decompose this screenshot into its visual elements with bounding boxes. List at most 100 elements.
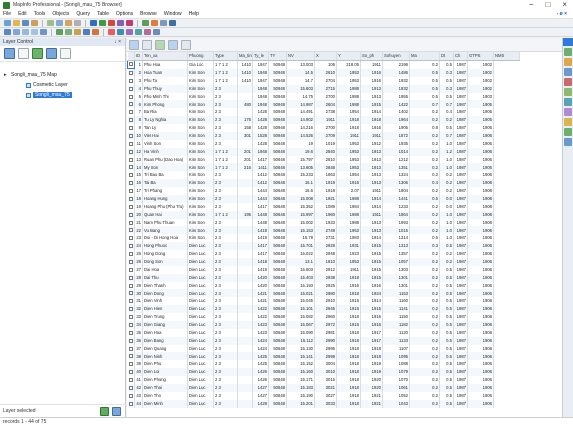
table-cell[interactable]: 0.2 <box>409 289 440 298</box>
table-cell[interactable]: 1906 <box>467 344 494 353</box>
table-cell[interactable]: 2 3 <box>213 202 238 211</box>
table-cell[interactable]: 0.5 <box>439 242 454 251</box>
table-cell[interactable]: 50648 <box>268 202 287 211</box>
new-map-icon[interactable] <box>99 20 106 26</box>
table-cell[interactable]: 1906 <box>467 124 494 132</box>
table-cell[interactable]: 1987 <box>453 60 468 69</box>
column-header[interactable]: Y <box>336 52 361 61</box>
row-select-checkbox[interactable] <box>127 155 135 164</box>
table-cell[interactable]: 1918 <box>360 116 383 125</box>
table-cell[interactable]: 23 <box>134 234 143 243</box>
table-cell[interactable]: 10 <box>134 131 143 140</box>
column-header[interactable]: NV <box>286 52 315 61</box>
table-cell[interactable]: 0.3 <box>439 68 454 77</box>
table-cell[interactable]: 0.5 <box>409 194 440 203</box>
table-cell[interactable]: 0.5 <box>439 289 454 298</box>
table-cell[interactable]: 14.526 <box>286 131 315 140</box>
table-cell[interactable]: 18 <box>134 194 143 203</box>
row-select-checkbox[interactable] <box>127 344 135 353</box>
row-select-checkbox[interactable] <box>127 360 135 369</box>
table-cell[interactable]: 1357 <box>382 250 410 258</box>
column-header[interactable]: Ma_tinh <box>237 52 253 61</box>
table-cell[interactable]: Kim Son <box>187 234 214 243</box>
table-cell[interactable]: 0.2 <box>409 328 440 337</box>
checkbox-icon[interactable] <box>128 291 133 296</box>
table-cell[interactable]: 1663 <box>314 171 337 180</box>
table-cell[interactable]: 2810 <box>314 155 337 164</box>
row-select-checkbox[interactable] <box>127 218 135 227</box>
table-cell[interactable]: 22 <box>134 226 143 235</box>
table-cell[interactable]: Dien Luc <box>187 368 214 377</box>
table-cell[interactable]: 158 <box>237 124 253 132</box>
dock-tool-icon[interactable] <box>564 78 572 86</box>
checkbox-icon[interactable] <box>128 252 133 257</box>
browser-filter-icon[interactable] <box>168 39 178 50</box>
table-cell[interactable]: 15.997 <box>286 210 315 219</box>
table-cell[interactable]: 33 <box>134 313 143 321</box>
table-cell[interactable]: 1987 <box>453 376 468 384</box>
table-cell[interactable]: 0.5 <box>439 376 454 384</box>
table-cell[interactable]: 1987 <box>453 84 468 93</box>
table-cell[interactable]: 1954 <box>336 108 361 117</box>
table-cell[interactable]: 1088 <box>382 360 410 369</box>
table-cell[interactable]: Dien Luc <box>187 399 214 408</box>
column-header[interactable]: ID <box>134 52 143 61</box>
column-header[interactable]: Phuong <box>187 52 214 61</box>
table-cell[interactable]: 0.2 <box>409 313 440 321</box>
tree-node-songli-layer[interactable]: Songli_mau_75 <box>4 90 125 100</box>
table-cell[interactable]: 50648 <box>268 210 287 219</box>
table-cell[interactable]: 2 3 <box>213 265 238 274</box>
table-cell[interactable]: 1987 <box>453 281 468 290</box>
table-cell[interactable]: Hoang Phu (Phu Tru) <box>142 202 188 211</box>
menu-options[interactable]: Options <box>116 11 133 17</box>
table-cell[interactable]: 1987 <box>453 257 468 266</box>
table-cell[interactable]: 201 <box>237 155 253 164</box>
table-cell[interactable]: 1804 <box>382 187 410 195</box>
table-cell[interactable]: 0.5 <box>439 313 454 321</box>
table-cell[interactable]: 50648 <box>268 297 287 306</box>
table-cell[interactable]: 50648 <box>268 320 287 329</box>
checkbox-icon[interactable] <box>128 94 133 99</box>
table-row[interactable]: 19 Hoang Phu (Phu Tru) Kim Son 2 3 1417 50648… <box>127 202 520 211</box>
table-cell[interactable]: 1906 <box>467 265 494 274</box>
table-cell[interactable]: 1987 <box>453 391 468 400</box>
table-cell[interactable]: 1417 <box>252 242 269 251</box>
table-cell[interactable]: 0.2 <box>439 257 454 266</box>
table-cell[interactable] <box>237 281 253 290</box>
table-cell[interactable]: 1923 <box>336 250 361 258</box>
checkbox-icon[interactable] <box>128 110 133 115</box>
table-cell[interactable]: 2 3 <box>213 242 238 251</box>
row-select-checkbox[interactable] <box>127 257 135 266</box>
table-cell[interactable]: 3010 <box>314 368 337 377</box>
row-select-checkbox[interactable] <box>127 305 135 314</box>
table-cell[interactable]: Kim Son <box>187 116 214 125</box>
table-row[interactable]: 34 Dien Giang Dien Luc 2 3 1423 50648 15.067 29… <box>127 320 520 329</box>
table-cell[interactable]: 15.045 <box>286 297 315 306</box>
menu-query[interactable]: Query <box>76 11 90 17</box>
table-cell[interactable]: 0.7 <box>409 100 440 109</box>
table-row[interactable]: 1 Phu Hoa Gia Loc 1 7 1 2 1410 1947 50948 13.00… <box>127 59 520 70</box>
table-cell[interactable]: 1019 <box>314 139 337 148</box>
table-row[interactable]: 6 Kim Phong Kim Son 2 3 480 1948 50948 14.987 26… <box>127 100 520 109</box>
row-select-checkbox[interactable] <box>127 336 135 345</box>
table-cell[interactable]: Dien Luc <box>187 305 214 314</box>
table-cell[interactable]: Dien Luc <box>187 360 214 369</box>
table-cell[interactable]: 2 3 <box>213 250 238 258</box>
table-cell[interactable]: 15.153 <box>286 226 315 235</box>
panel-pin-close-icon[interactable]: ↓ × <box>114 38 121 46</box>
table-cell[interactable]: Dien Thai <box>142 383 188 392</box>
table-cell[interactable]: Dien Loi <box>142 368 188 377</box>
save-icon[interactable] <box>22 20 29 26</box>
table-cell[interactable]: Tu Ly Nghia <box>142 116 188 125</box>
table-cell[interactable]: 3 <box>134 76 143 85</box>
table-cell[interactable]: 1906 <box>467 281 494 290</box>
table-cell[interactable]: 0.5 <box>439 328 454 337</box>
table-cell[interactable]: Tan Ly <box>142 124 188 132</box>
table-cell[interactable]: Kim Son <box>187 187 214 195</box>
table-cell[interactable]: 0.2 <box>439 187 454 195</box>
row-select-checkbox[interactable] <box>127 116 135 125</box>
table-cell[interactable]: 1917 <box>360 328 383 337</box>
table-cell[interactable]: 15.130 <box>286 344 315 353</box>
table-cell[interactable]: 216 <box>237 163 253 172</box>
table-cell[interactable] <box>237 313 253 321</box>
